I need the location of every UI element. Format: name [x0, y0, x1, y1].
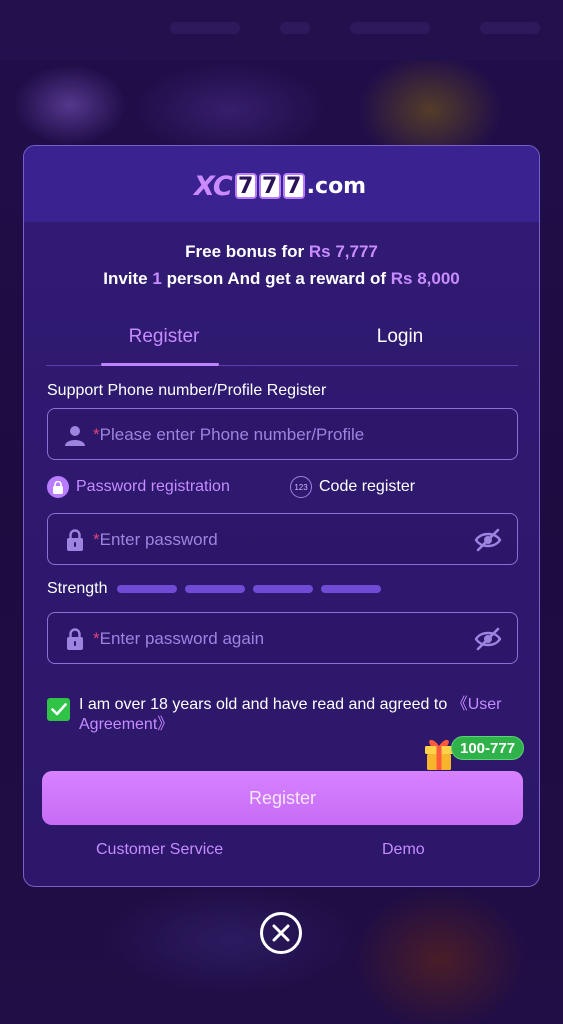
tab-register[interactable]: Register: [46, 326, 282, 348]
customer-service-link[interactable]: Customer Service: [96, 841, 223, 859]
active-tab-indicator: [101, 363, 219, 366]
code-123-icon: 123: [290, 476, 312, 498]
close-modal-button[interactable]: [260, 912, 302, 954]
close-icon: [272, 924, 290, 942]
modal-header: XC 7 7 7 .com: [24, 146, 539, 222]
strength-bar: [253, 585, 313, 593]
lock-icon: [67, 628, 83, 650]
register-button[interactable]: Register: [42, 771, 523, 825]
password-again-input[interactable]: *Enter password again: [47, 612, 518, 664]
password-again-placeholder: Enter password again: [99, 629, 265, 648]
register-modal: XC 7 7 7 .com Free bonus for Rs 7,777 In…: [23, 145, 540, 887]
demo-link[interactable]: Demo: [382, 841, 425, 859]
option-password-registration[interactable]: Password registration: [47, 476, 230, 498]
tab-login[interactable]: Login: [282, 326, 518, 348]
promo-line-bonus: Free bonus for Rs 7,777: [185, 242, 378, 261]
support-label: Support Phone number/Profile Register: [47, 382, 327, 399]
agreement-checkbox[interactable]: [47, 698, 70, 721]
password-strength-meter: [117, 585, 389, 593]
strength-bar: [185, 585, 245, 593]
phone-input[interactable]: *Please enter Phone number/Profile: [47, 408, 518, 460]
eye-off-icon[interactable]: [474, 626, 502, 652]
checkmark-icon: [50, 703, 67, 716]
password-input[interactable]: *Enter password: [47, 513, 518, 565]
strength-bar: [117, 585, 177, 593]
promo-badge: 100-777: [451, 736, 525, 760]
lock-icon: [47, 476, 69, 498]
site-logo: XC 7 7 7 .com: [194, 170, 367, 202]
eye-off-icon[interactable]: [474, 527, 502, 553]
password-placeholder: Enter password: [99, 530, 218, 549]
strength-label: Strength: [47, 580, 108, 597]
gift-icon: [425, 739, 453, 770]
option-code-register[interactable]: 123 Code register: [290, 476, 415, 498]
auth-tabs: Register Login: [46, 314, 518, 366]
agreement-text: I am over 18 years old and have read and…: [79, 696, 502, 733]
user-icon: [65, 426, 85, 446]
promo-line-invite: Invite 1 person And get a reward of Rs 8…: [103, 269, 460, 288]
lock-icon: [67, 529, 83, 551]
strength-bar: [321, 585, 381, 593]
phone-placeholder: Please enter Phone number/Profile: [99, 425, 365, 444]
